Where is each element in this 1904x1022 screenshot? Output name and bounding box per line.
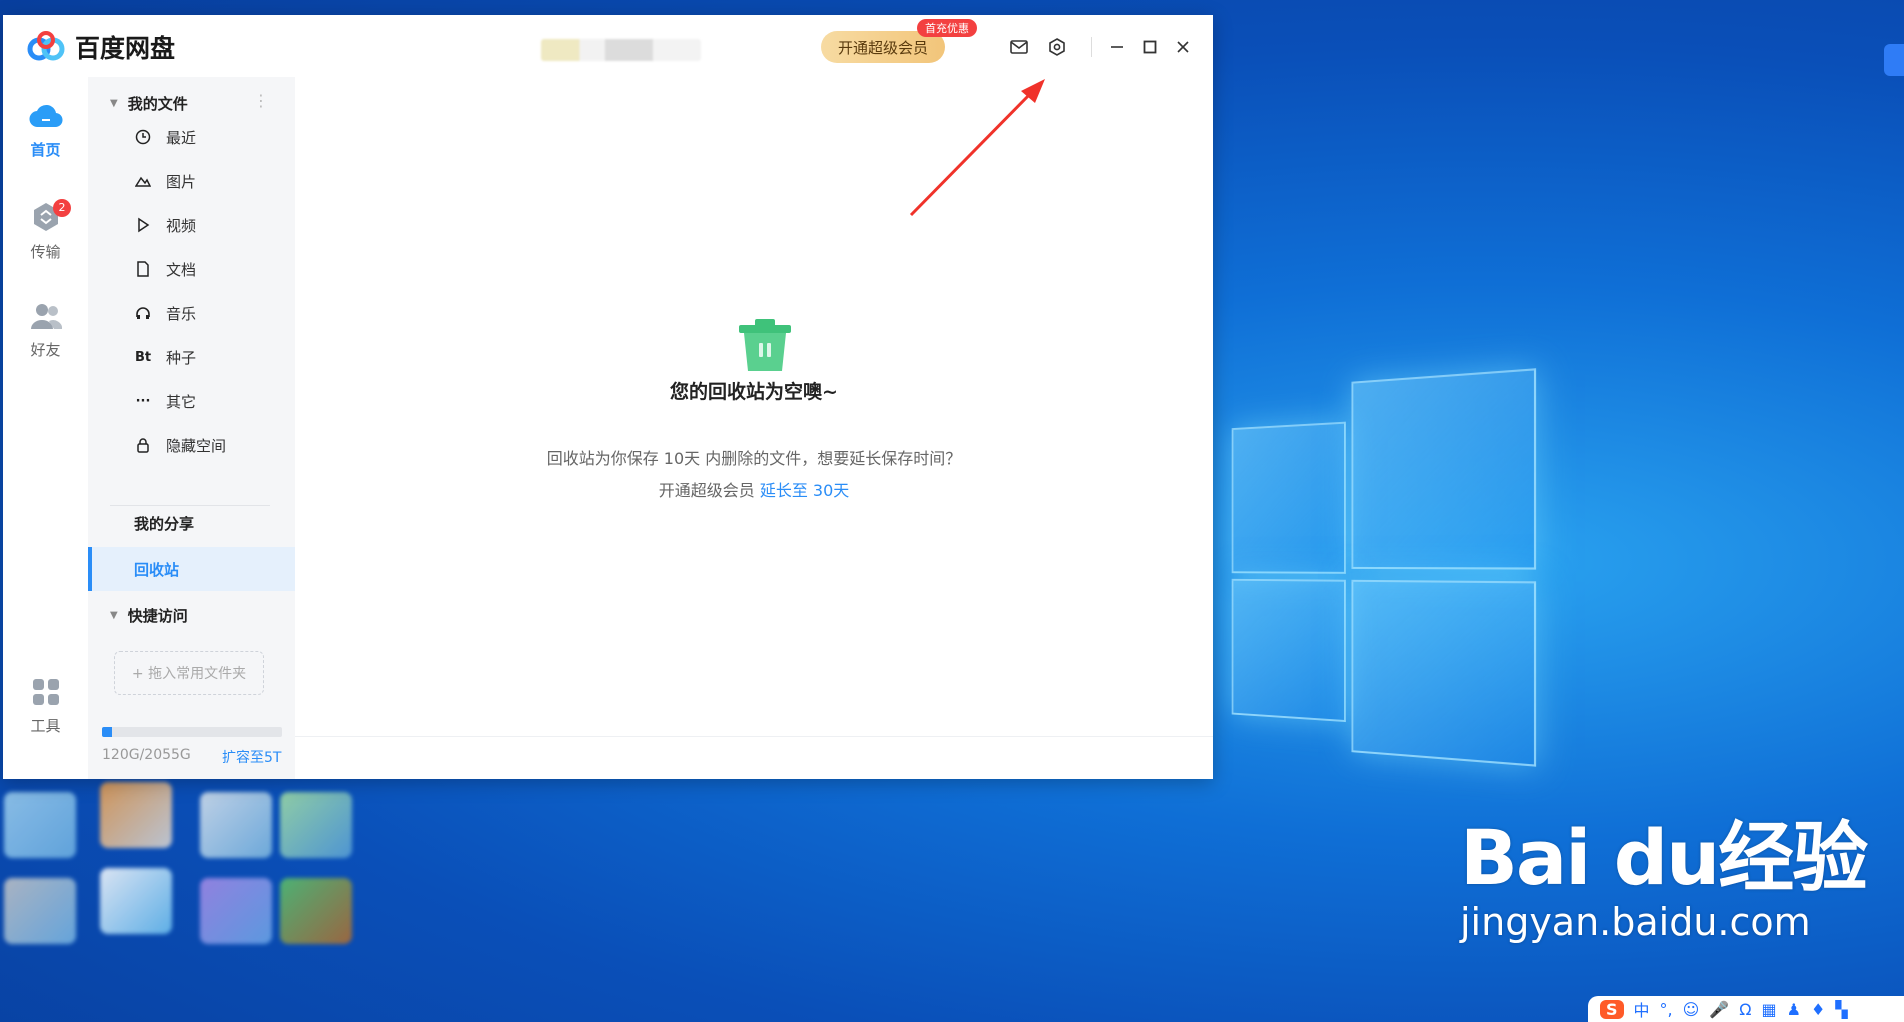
baidu-jingyan-watermark: Bai du经验 jingyan.baidu.com	[1460, 813, 1868, 945]
more-vertical-icon[interactable]: ⋮	[253, 91, 269, 110]
mail-icon[interactable]	[1009, 37, 1029, 57]
friends-icon	[30, 304, 62, 329]
title-bar[interactable]: 百度网盘 开通超级会员 首充优惠	[3, 15, 1213, 77]
sogou-logo-icon[interactable]: S	[1600, 999, 1624, 1019]
my-share-label: 我的分享	[134, 515, 195, 533]
baidu-netdisk-logo-icon	[27, 31, 65, 61]
headset-icon[interactable]: Ω	[1739, 1000, 1751, 1019]
expand-storage-link[interactable]: 扩容至5T	[222, 747, 281, 767]
ime-punctuation[interactable]: °,	[1660, 1000, 1673, 1019]
nav-home-label: 首页	[30, 141, 61, 159]
empty-state-cta: 开通超级会员 延长至 30天	[295, 477, 1213, 501]
emoji-icon[interactable]: ☺	[1683, 1000, 1700, 1019]
sidebar-item-label: 视频	[166, 216, 197, 235]
sidebar-item-music[interactable]: 音乐	[134, 301, 196, 325]
sidebar-item-label: 隐藏空间	[166, 436, 227, 455]
user-icon[interactable]: ♟	[1787, 1000, 1801, 1019]
empty-trash-icon	[735, 315, 795, 377]
grid-icon[interactable]: ▚	[1835, 1000, 1847, 1019]
desktop-icons-blurred	[0, 782, 380, 962]
user-account-blurred[interactable]	[541, 39, 701, 61]
play-icon	[134, 216, 152, 234]
nav-rail: 首页 2 传输 好友 工具	[3, 77, 88, 779]
sidebar-item-videos[interactable]: 视频	[134, 213, 196, 237]
group-my-files[interactable]: ▼ 我的文件	[110, 93, 188, 114]
sidebar-item-documents[interactable]: 文档	[134, 257, 196, 281]
sidebar-item-recycle-bin[interactable]	[88, 547, 295, 591]
more-icon: ···	[135, 393, 151, 409]
main-content: 您的回收站为空噢~ 回收站为你保存 10天 内删除的文件，想要延长保存时间？ 开…	[295, 77, 1213, 779]
cta-prefix: 开通超级会员	[658, 481, 755, 500]
drop-folder-zone[interactable]: + 拖入常用文件夹	[114, 651, 264, 695]
keyboard-icon[interactable]: ▦	[1761, 1000, 1776, 1019]
sidebar-item-images[interactable]: 图片	[134, 169, 196, 193]
close-icon[interactable]	[1173, 37, 1193, 57]
sidebar-item-hidden-space[interactable]: 隐藏空间	[134, 433, 226, 457]
watermark-url: jingyan.baidu.com	[1460, 900, 1811, 944]
app-title: 百度网盘	[75, 34, 176, 63]
document-icon	[134, 260, 152, 278]
headphones-icon	[134, 304, 152, 322]
nav-home[interactable]: 首页	[3, 101, 88, 160]
caret-down-icon: ▼	[110, 610, 118, 621]
empty-state-title: 您的回收站为空噢~	[670, 381, 838, 403]
nav-friends[interactable]: 好友	[3, 301, 88, 360]
minimize-icon[interactable]	[1107, 37, 1127, 57]
windows-logo-wallpaper	[1231, 368, 1538, 767]
ime-toolbar[interactable]: S 中 °, ☺ 🎤 Ω ▦ ♟ ♦ ▚	[1588, 996, 1904, 1022]
sidebar-item-torrents[interactable]: Bt 种子	[134, 345, 196, 369]
sidebar: ▼ 我的文件 ⋮ 最近 图片 视频 文档 音乐 Bt 种子 ··· 其它 隐藏空…	[88, 77, 295, 779]
right-edge-widget[interactable]	[1884, 44, 1904, 76]
nav-tools-label: 工具	[30, 717, 61, 735]
nav-friends-label: 好友	[30, 341, 61, 359]
group-my-files-label: 我的文件	[127, 95, 188, 113]
main-footer-divider	[295, 736, 1213, 737]
recycle-bin-label: 回收站	[134, 561, 180, 579]
storage-progress-bar	[102, 727, 282, 737]
sidebar-item-recent[interactable]: 最近	[134, 125, 196, 149]
red-arrow-annotation	[909, 79, 1045, 217]
caret-down-icon: ▼	[110, 98, 118, 109]
watermark-brand: Bai du经验	[1460, 813, 1868, 902]
sidebar-item-label: 文档	[166, 260, 197, 279]
recycle-bin-label-wrap[interactable]: 回收站	[134, 559, 179, 580]
maximize-icon[interactable]	[1140, 37, 1160, 57]
brand: 百度网盘	[27, 29, 175, 65]
bt-icon: Bt	[134, 349, 152, 365]
vip-promo-badge: 首充优惠	[917, 19, 977, 37]
sidebar-item-label: 音乐	[166, 304, 197, 323]
transfer-count-badge: 2	[53, 199, 71, 217]
cloud-icon	[28, 104, 63, 128]
storage-progress-fill	[102, 727, 113, 737]
quick-access-label: 快捷访问	[127, 607, 188, 625]
sidebar-item-label: 其它	[166, 392, 197, 411]
titlebar-divider	[1091, 37, 1092, 57]
settings-gear-icon[interactable]	[1047, 37, 1067, 57]
sidebar-item-label: 图片	[166, 172, 197, 191]
extend-retention-link[interactable]: 延长至 30天	[760, 481, 849, 500]
nav-transfer[interactable]: 2 传输	[3, 199, 88, 262]
group-quick-access[interactable]: ▼ 快捷访问	[110, 605, 188, 626]
sidebar-item-label: 种子	[166, 348, 197, 367]
nav-tools[interactable]: 工具	[3, 677, 88, 736]
sidebar-item-other[interactable]: ··· 其它	[134, 389, 196, 413]
empty-state-description: 回收站为你保存 10天 内删除的文件，想要延长保存时间？	[546, 449, 962, 468]
image-icon	[134, 172, 152, 190]
storage-usage-text: 120G/2055G	[102, 747, 191, 763]
sidebar-divider	[110, 505, 270, 506]
ime-mode[interactable]: 中	[1634, 997, 1650, 1021]
app-window: 百度网盘 开通超级会员 首充优惠 首页 2 传输 好友 工具 ▼ 我的文件 ⋮ …	[3, 15, 1213, 779]
sidebar-item-my-share[interactable]: 我的分享	[134, 513, 194, 534]
sidebar-item-label: 最近	[166, 128, 197, 147]
clock-icon	[134, 128, 152, 146]
nav-transfer-label: 传输	[30, 243, 61, 261]
lock-icon	[134, 436, 152, 454]
microphone-icon[interactable]: 🎤	[1709, 1000, 1729, 1019]
tools-grid-icon	[32, 679, 59, 705]
skin-icon[interactable]: ♦	[1811, 1000, 1825, 1019]
